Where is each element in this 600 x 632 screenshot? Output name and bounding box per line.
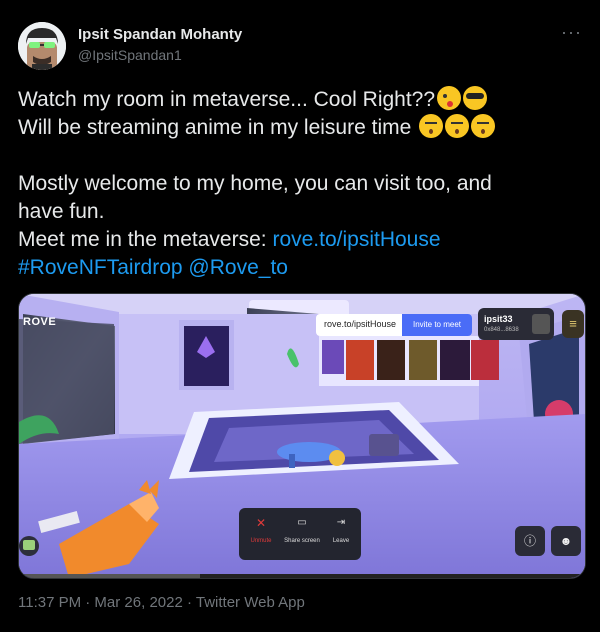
tweet-line-3: Mostly welcome to my home, you can visit… [18,172,492,195]
scrub-bar [19,574,585,578]
user-card[interactable]: ipsit33 0x848...8638 [478,308,554,340]
tweet-line-2: Will be streaming anime in my leisure ti… [18,114,584,142]
tweet-line-6: #RoveNFTairdrop @Rove_to [18,254,584,282]
kissing-face-icon [471,114,496,138]
avatar[interactable] [18,22,66,70]
tweet-line-1: Watch my room in metaverse... Cool Right… [18,86,584,114]
url-pill-text: rove.to/ipsitHouse [324,319,397,329]
user-address: 0x848...8638 [484,327,519,333]
leave-button[interactable]: ⇥ Leave [325,514,357,556]
smiling-face-with-sunglasses-icon [463,86,488,110]
user-avatar [532,314,550,334]
author-name[interactable]: Ipsit Spandan Mohanty [78,26,242,43]
kissing-face-icon [419,114,444,138]
menu-icon[interactable]: ≡ [562,310,584,338]
media-image[interactable]: ROVE rove.to/ipsitHouse Invite to meet i… [18,293,586,579]
url-pill[interactable]: rove.to/ipsitHouse Invite to meet [316,314,472,336]
screen-icon: ▭ [297,517,307,528]
leave-label: Leave [332,538,350,544]
kissing-face-icon [445,114,470,138]
user-name: ipsit33 [484,314,513,324]
mention-link[interactable]: @Rove_to [188,256,288,279]
mic-muted-icon: ✕ [255,516,267,530]
rove-link[interactable]: rove.to/ipsitHouse [272,228,440,251]
share-label: Share screen [284,538,320,544]
rove-logo: ROVE [23,316,57,328]
unmute-label: Unmute [250,538,272,544]
winking-face-with-tongue-icon [437,86,462,110]
more-icon[interactable]: ··· [561,22,582,43]
emote-icon[interactable]: ☻ [551,526,581,556]
tweet: Ipsit Spandan Mohanty @IpsitSpandan1 ···… [0,0,600,632]
tweet-line-4: have fun. [18,200,105,223]
exit-icon: ⇥ [336,517,346,528]
tweet-timestamp[interactable]: 11:37 PM · Mar 26, 2022 · Twitter Web Ap… [18,594,305,611]
tweet-line-5: Meet me in the metaverse: rove.to/ipsitH… [18,226,584,254]
info-icon[interactable]: ⓘ [515,526,545,556]
control-bar: ✕ Unmute ▭ Share screen ⇥ Leave [239,508,361,560]
tweet-text: Watch my room in metaverse... Cool Right… [18,86,584,282]
hashtag-link[interactable]: #RoveNFTairdrop [18,256,183,279]
tweet-line-5-text: Meet me in the metaverse: [18,228,273,251]
tweet-line-2-text: Will be streaming anime in my leisure ti… [18,116,412,139]
scrub-progress [19,574,201,578]
tweet-line-1-text: Watch my room in metaverse... Cool Right… [18,88,436,111]
invite-button[interactable]: Invite to meet [402,314,472,336]
share-screen-button[interactable]: ▭ Share screen [281,514,323,556]
unmute-button[interactable]: ✕ Unmute [243,514,279,556]
author-handle[interactable]: @IpsitSpandan1 [78,47,182,63]
